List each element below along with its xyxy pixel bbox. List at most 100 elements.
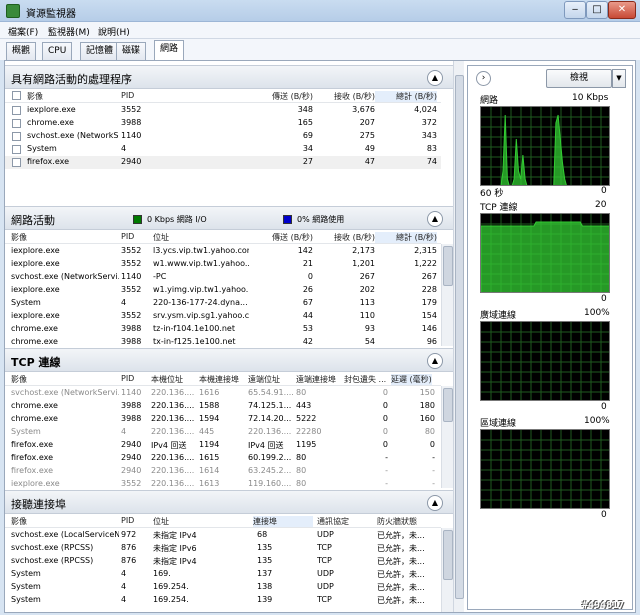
col-send[interactable]: 傳送 (B/秒) xyxy=(245,232,313,243)
port-row[interactable]: svchost.exe (RPCSS) 876 未指定 IPv6 135 TCP 已允許，… xyxy=(5,542,441,555)
process-checkbox[interactable] xyxy=(12,106,21,115)
network-row[interactable]: iexplore.exe 3552 srv.ysm.vip.sg1.yahoo.c.… xyxy=(5,310,441,323)
col-pid[interactable]: PID xyxy=(121,374,134,383)
tcp-graph-max: 20 xyxy=(595,200,607,210)
menu-file[interactable]: 檔案(F) xyxy=(8,25,38,38)
ports-column-header: 影像 PID 位址 連接埠 通訊協定 防火牆狀態 xyxy=(5,514,441,528)
col-local-address[interactable]: 本機位址 xyxy=(151,374,183,385)
network-row[interactable]: chrome.exe 3988 tx-in-f125.1e100.net 42 54 96 xyxy=(5,336,441,346)
network-activity-header[interactable]: 網路活動 0 Kbps 網路 I/O 0% 網路使用 ▲ xyxy=(5,206,464,230)
tcp-row[interactable]: iexplore.exe 3552 220.136.... 1613 119.160..… xyxy=(5,478,441,488)
remote-port-cell: 1195 xyxy=(296,440,317,449)
lan-graph-max: 100% xyxy=(584,416,610,426)
network-row[interactable]: chrome.exe 3988 tz-in-f104.1e100.net 53 93 14… xyxy=(5,323,441,336)
latency-cell: 150 xyxy=(419,388,435,397)
processes-header[interactable]: 具有網路活動的處理程序 ▲ xyxy=(5,65,464,89)
tab-overview[interactable]: 概觀 xyxy=(6,42,37,60)
main-scrollbar[interactable] xyxy=(453,61,464,612)
port-row[interactable]: svchost.exe (RPCSS) 876 未指定 IPv4 135 TCP 已允許，… xyxy=(5,555,441,568)
collapse-tcp-button[interactable]: ▲ xyxy=(427,353,443,369)
col-receive[interactable]: 接收 (B/秒) xyxy=(313,91,375,102)
tcp-scrollbar[interactable] xyxy=(441,386,453,488)
network-graph-min: 0 xyxy=(601,186,607,196)
wan-graph-title: 廣域連線 xyxy=(480,311,517,321)
collapse-processes-button[interactable]: ▲ xyxy=(427,70,443,86)
col-pid[interactable]: PID xyxy=(121,91,134,100)
network-row[interactable]: iexplore.exe 3552 w1.www.vip.tw1.yahoo....… xyxy=(5,258,441,271)
col-local-port[interactable]: 本機連接埠 xyxy=(199,374,239,385)
total-cell: 267 xyxy=(421,272,437,281)
col-total[interactable]: 總計 (B/秒) xyxy=(375,232,437,243)
col-port[interactable]: 連接埠 xyxy=(253,516,313,527)
port-row[interactable]: System 4 169.254. 138 UDP 已允許，未... xyxy=(5,581,441,594)
col-packet-loss[interactable]: 封包遺失 ... xyxy=(344,374,386,385)
col-remote-port[interactable]: 遠端連接埠 xyxy=(296,374,336,385)
port-row[interactable]: System 4 169. 137 UDP 已允許，未... xyxy=(5,568,441,581)
col-pid[interactable]: PID xyxy=(121,232,134,241)
process-row[interactable]: iexplore.exe 3552 348 3,676 4,024 xyxy=(5,104,441,117)
latency-cell: 180 xyxy=(419,401,435,410)
remote-port-cell: 80 xyxy=(296,388,307,397)
pid-cell: 1140 xyxy=(121,272,142,281)
expand-pane-icon[interactable]: › xyxy=(476,71,491,86)
menu-help[interactable]: 說明(H) xyxy=(98,25,130,38)
select-all-checkbox[interactable] xyxy=(12,91,21,100)
tcp-row[interactable]: firefox.exe 2940 220.136.... 1614 63.245.2..… xyxy=(5,465,441,478)
tab-network[interactable]: 網路 xyxy=(154,40,185,60)
tab-cpu[interactable]: CPU xyxy=(42,42,73,60)
tcp-row[interactable]: System 4 220.136.... 445 220.136.... 22280 0 80 xyxy=(5,426,441,439)
port-row[interactable]: System 4 169.254. 139 TCP 已允許，未... xyxy=(5,594,441,607)
network-row[interactable]: svchost.exe (NetworkServi... 1140 -PC 0 267 2… xyxy=(5,271,441,284)
remote-port-cell: 80 xyxy=(296,479,307,488)
send-cell: 42 xyxy=(302,337,313,346)
collapse-ports-button[interactable]: ▲ xyxy=(427,495,443,511)
tab-memory[interactable]: 記憶體 xyxy=(80,42,120,60)
process-row[interactable]: firefox.exe 2940 27 47 74 xyxy=(5,156,441,169)
col-image[interactable]: 影像 xyxy=(27,91,43,102)
col-image[interactable]: 影像 xyxy=(11,516,27,527)
collapse-network-button[interactable]: ▲ xyxy=(427,211,443,227)
view-dropdown-arrow-icon[interactable]: ▼ xyxy=(612,69,626,88)
close-button[interactable]: ✕ xyxy=(608,1,636,19)
port-row[interactable]: svchost.exe (LocalServiceN... 972 未指定 IPv4… xyxy=(5,529,441,542)
network-row[interactable]: iexplore.exe 3552 l3.ycs.vip.tw1.yahoo.com… xyxy=(5,245,441,258)
process-row[interactable]: System 4 34 49 83 xyxy=(5,143,441,156)
col-latency[interactable]: 延遲 (毫秒) xyxy=(391,374,432,385)
process-checkbox[interactable] xyxy=(12,119,21,128)
ports-scrollbar[interactable] xyxy=(441,528,453,612)
tcp-row[interactable]: chrome.exe 3988 220.136.... 1594 72.14.20...… xyxy=(5,413,441,426)
wan-graph-max: 100% xyxy=(584,308,610,318)
col-remote-address[interactable]: 遠端位址 xyxy=(248,374,280,385)
process-checkbox[interactable] xyxy=(12,132,21,141)
process-checkbox[interactable] xyxy=(12,158,21,167)
listening-ports-header[interactable]: 接聽連接埠 ▲ xyxy=(5,490,464,514)
col-protocol[interactable]: 通訊協定 xyxy=(317,516,349,527)
col-address[interactable]: 位址 xyxy=(153,516,169,527)
col-pid[interactable]: PID xyxy=(121,516,134,525)
view-button[interactable]: 檢視 xyxy=(546,69,612,88)
send-cell: 27 xyxy=(302,157,313,166)
tab-disk[interactable]: 磁碟 xyxy=(116,42,147,60)
tcp-row[interactable]: firefox.exe 2940 IPv4 回送 1194 IPv4 回送 1195 0 0 xyxy=(5,439,441,452)
maximize-button[interactable]: □ xyxy=(586,1,608,19)
network-row[interactable]: System 4 220-136-177-24.dyna... 67 113 179 xyxy=(5,297,441,310)
col-address[interactable]: 位址 xyxy=(153,232,169,243)
tcp-row[interactable]: chrome.exe 3988 220.136.... 1588 74.125.1...… xyxy=(5,400,441,413)
total-cell: 4,024 xyxy=(414,105,437,114)
process-row[interactable]: chrome.exe 3988 165 207 372 xyxy=(5,117,441,130)
col-image[interactable]: 影像 xyxy=(11,374,27,385)
minimize-button[interactable]: ‒ xyxy=(564,1,586,19)
col-firewall-status[interactable]: 防火牆狀態 xyxy=(377,516,417,527)
col-send[interactable]: 傳送 (B/秒) xyxy=(245,91,313,102)
tcp-header[interactable]: TCP 連線 ▲ xyxy=(5,348,464,372)
col-image[interactable]: 影像 xyxy=(11,232,27,243)
network-scrollbar[interactable] xyxy=(441,244,453,346)
network-row[interactable]: iexplore.exe 3552 w1.yimg.vip.tw1.yahoo...… xyxy=(5,284,441,297)
process-row[interactable]: svchost.exe (NetworkSe...1140 69 275 343 xyxy=(5,130,441,143)
tcp-row[interactable]: firefox.exe 2940 220.136.... 1615 60.199.2..… xyxy=(5,452,441,465)
col-total[interactable]: 總計 (B/秒) xyxy=(375,91,437,102)
process-checkbox[interactable] xyxy=(12,145,21,154)
menu-monitor[interactable]: 監視器(M) xyxy=(48,25,90,38)
col-receive[interactable]: 接收 (B/秒) xyxy=(313,232,375,243)
tcp-row[interactable]: svchost.exe (NetworkServi... 1140 220.136.… xyxy=(5,387,441,400)
